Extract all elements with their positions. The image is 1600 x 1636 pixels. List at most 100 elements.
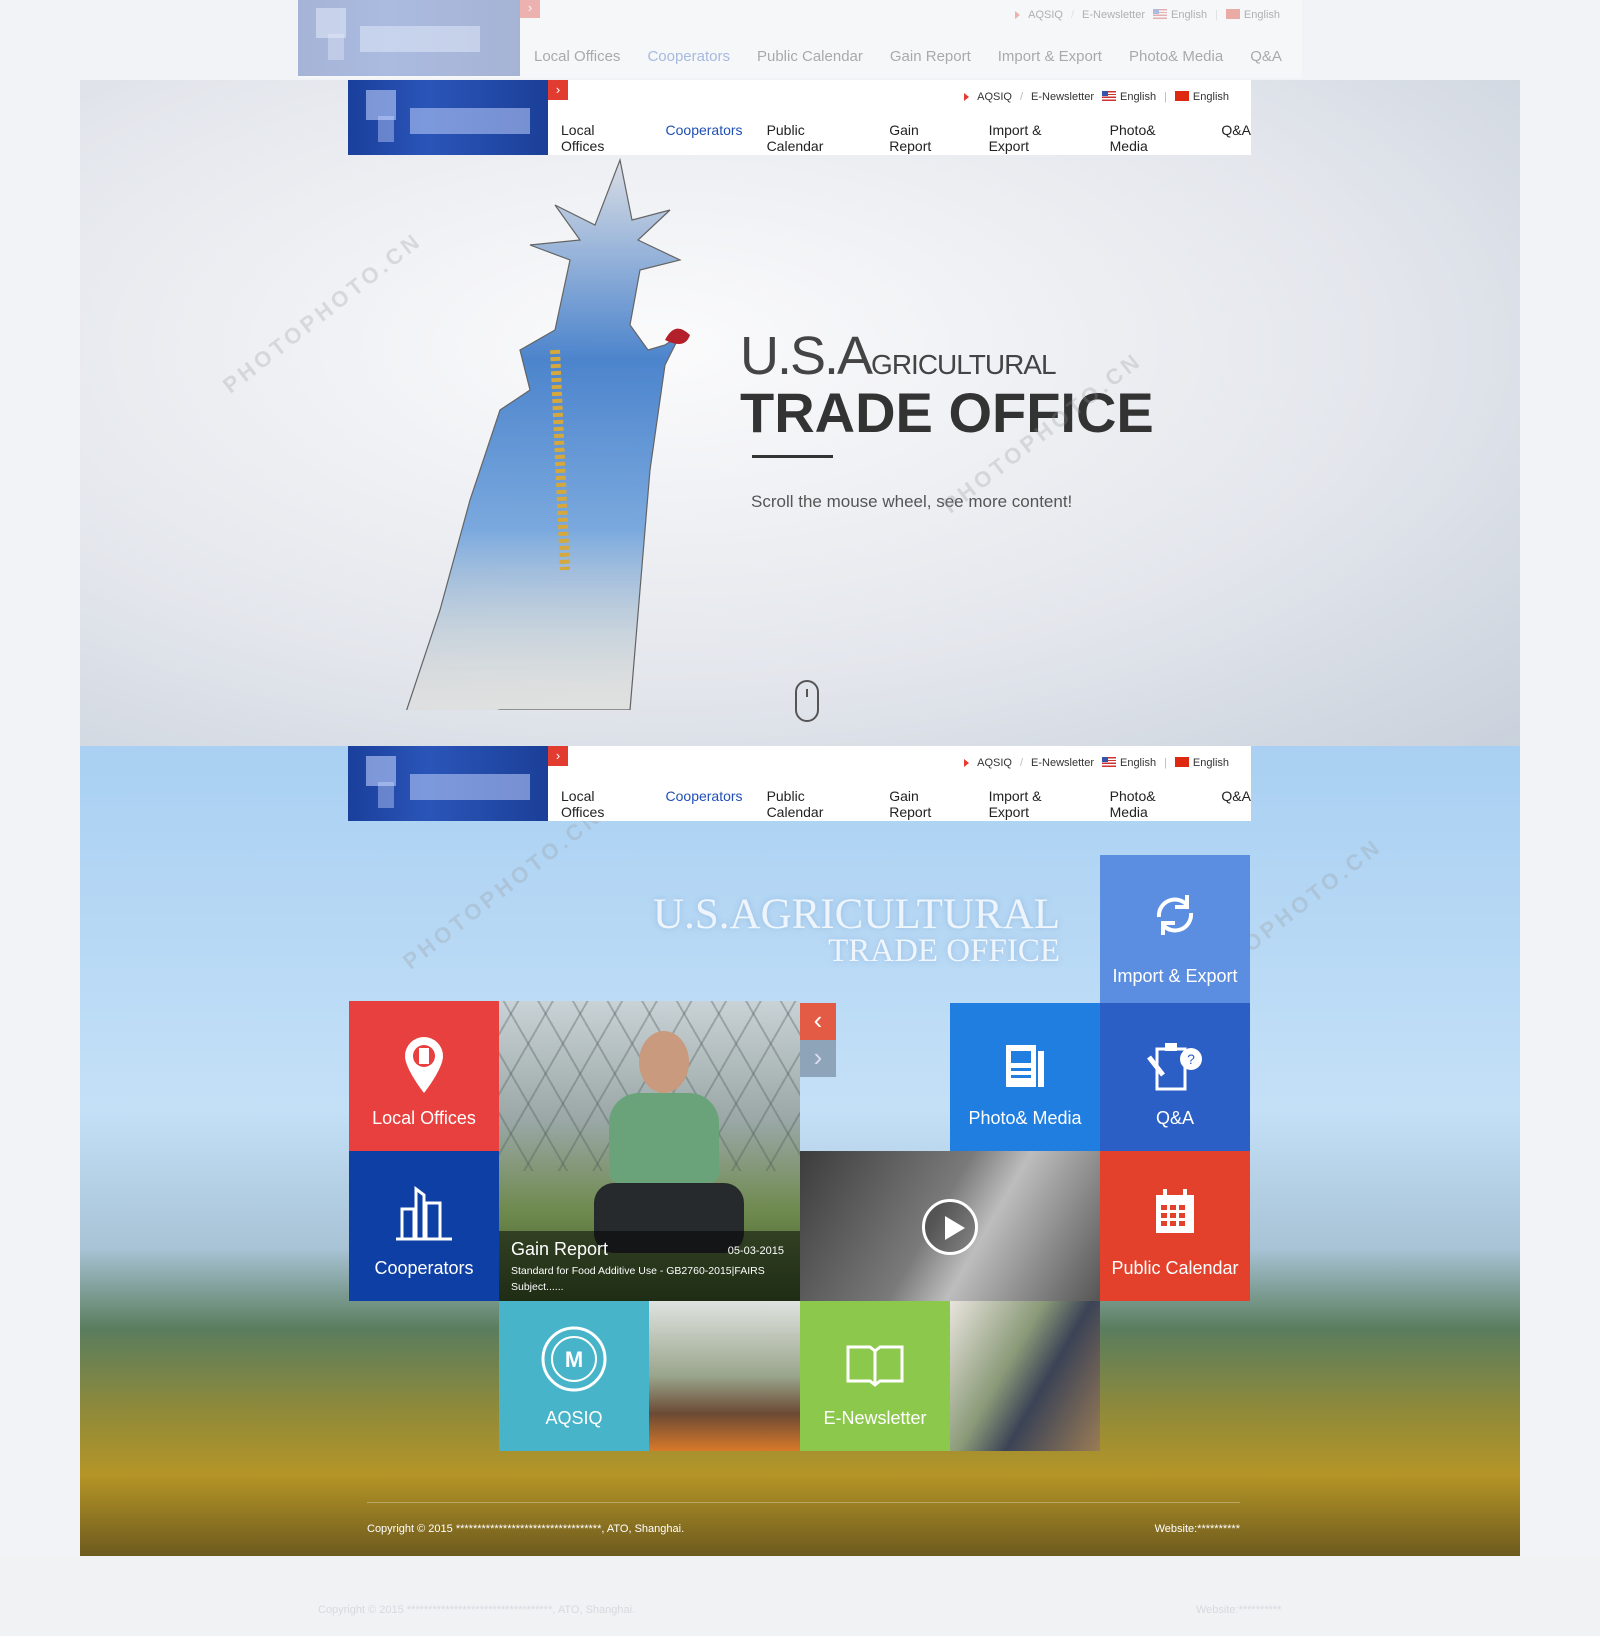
enewsletter-link[interactable]: E-Newsletter [1082, 9, 1145, 21]
newspaper-icon [1006, 1045, 1044, 1087]
aqsiq-link[interactable]: AQSIQ [977, 757, 1012, 769]
utility-links: AQSIQ / E-Newsletter English | English [964, 757, 1229, 769]
expand-arrow-button[interactable]: › [520, 0, 540, 18]
us-flag-icon [1152, 9, 1167, 19]
farmers-photo[interactable] [649, 1301, 800, 1451]
enewsletter-link[interactable]: E-Newsletter [1031, 91, 1094, 103]
location-pin-icon [405, 1037, 443, 1093]
lang-cn-link[interactable]: English [1225, 9, 1280, 21]
ghost-footer-copyright: Copyright © 2015 ***********************… [318, 1604, 636, 1616]
lang-en-link[interactable]: English [1101, 91, 1156, 103]
nav-gain-report[interactable]: Gain Report [889, 122, 964, 154]
footer-divider [367, 1502, 1240, 1503]
cn-flag-icon [1225, 9, 1240, 19]
nav-public-calendar[interactable]: Public Calendar [757, 48, 863, 65]
clipboard-question-icon: ? [1147, 1043, 1202, 1091]
nav-local-offices[interactable]: Local Offices [561, 122, 642, 154]
gain-report-date: 05-03-2015 [727, 1245, 784, 1257]
lang-cn-label: English [1192, 757, 1229, 769]
cn-flag-icon [1174, 757, 1189, 767]
enewsletter-link[interactable]: E-Newsletter [1031, 757, 1094, 769]
slide-next-button[interactable]: › [800, 1040, 836, 1077]
video-player[interactable] [800, 1151, 1100, 1301]
hero-subtitle: Scroll the mouse wheel, see more content… [751, 492, 1073, 511]
refresh-arrows-icon [1156, 895, 1194, 935]
lang-en-label: English [1119, 757, 1157, 769]
gain-report-caption: Gain Report 05-03-2015 Standard for Food… [499, 1231, 800, 1301]
logo[interactable] [348, 80, 548, 155]
divider: | [1164, 91, 1167, 103]
triangle-icon [964, 93, 970, 101]
hero-title: U.S.AGRICULTURAL [740, 325, 1057, 387]
nav-qa[interactable]: Q&A [1221, 122, 1251, 154]
gain-report-slide[interactable]: Gain Report 05-03-2015 Standard for Food… [499, 1001, 800, 1301]
mouse-icon[interactable] [795, 680, 819, 722]
nav-public-calendar[interactable]: Public Calendar [767, 122, 866, 154]
hero-underline [752, 455, 833, 458]
liberty-wheat-illustration [406, 157, 690, 710]
nav-import-export[interactable]: Import & Export [989, 122, 1086, 154]
nav-qa[interactable]: Q&A [1221, 788, 1251, 820]
lang-cn-label: English [1243, 9, 1280, 21]
play-button[interactable] [922, 1199, 978, 1255]
nav-gain-report[interactable]: Gain Report [890, 48, 971, 65]
nav-gain-report[interactable]: Gain Report [889, 788, 964, 820]
lang-cn-link[interactable]: English [1174, 91, 1229, 103]
utility-links: AQSIQ / E-Newsletter English | English [964, 91, 1229, 103]
us-flag-icon [1101, 757, 1116, 767]
seniors-photo[interactable] [950, 1301, 1100, 1451]
expand-arrow-button[interactable]: › [548, 746, 568, 766]
tile-photo-media[interactable]: Photo& Media [950, 1003, 1100, 1151]
portal-header: › AQSIQ / E-Newsletter English | English… [348, 746, 1251, 821]
svg-text:M: M [565, 1347, 583, 1372]
tile-label: Cooperators [374, 1258, 474, 1278]
us-flag-icon [1101, 91, 1116, 101]
lang-cn-link[interactable]: English [1174, 757, 1229, 769]
triangle-icon [964, 759, 970, 767]
nav-photo-media[interactable]: Photo& Media [1110, 122, 1198, 154]
tile-import-export[interactable]: Import & Export [1100, 855, 1250, 1003]
nav-qa[interactable]: Q&A [1250, 48, 1282, 65]
logo[interactable] [348, 746, 548, 821]
svg-text:?: ? [1187, 1051, 1195, 1067]
aqsiq-link[interactable]: AQSIQ [1028, 9, 1063, 21]
section-title: U.S.AGRICULTURAL TRADE OFFICE [653, 890, 1060, 970]
tile-enewsletter[interactable]: E-Newsletter [800, 1301, 950, 1451]
tile-aqsiq[interactable]: M AQSIQ [499, 1301, 649, 1451]
farmer-figure [594, 1031, 744, 1261]
tile-label: Local Offices [372, 1108, 476, 1128]
triangle-icon [1015, 11, 1021, 19]
nav-import-export[interactable]: Import & Export [989, 788, 1086, 820]
expand-arrow-button[interactable]: › [548, 80, 568, 100]
nav-cooperators[interactable]: Cooperators [647, 48, 730, 65]
open-book-icon [846, 1345, 904, 1387]
nav-cooperators[interactable]: Cooperators [666, 788, 743, 820]
hero-section: U.S.AGRICULTURAL TRADE OFFICE Scroll the… [80, 80, 1520, 746]
logo[interactable] [298, 0, 520, 76]
nav-public-calendar[interactable]: Public Calendar [767, 788, 866, 820]
tile-label: Q&A [1155, 1108, 1194, 1128]
tile-label: Import & Export [1112, 966, 1238, 986]
aqsiq-link[interactable]: AQSIQ [977, 91, 1012, 103]
ghost-footer-website: Website:********** [1196, 1604, 1282, 1616]
tile-local-offices[interactable]: Local Offices [349, 1001, 499, 1151]
nav-photo-media[interactable]: Photo& Media [1129, 48, 1223, 65]
nav-import-export[interactable]: Import & Export [998, 48, 1102, 65]
tile-public-calendar[interactable]: Public Calendar [1100, 1151, 1250, 1301]
lang-en-label: English [1170, 9, 1208, 21]
nav-photo-media[interactable]: Photo& Media [1110, 788, 1198, 820]
nav-local-offices[interactable]: Local Offices [561, 788, 642, 820]
footer-website[interactable]: Website:********** [1155, 1523, 1240, 1535]
divider: / [1019, 757, 1024, 769]
divider: / [1019, 91, 1024, 103]
tile-label: AQSIQ [545, 1408, 603, 1428]
lang-en-link[interactable]: English [1152, 9, 1208, 21]
ghost-footer [0, 1556, 1600, 1636]
lang-cn-label: English [1192, 91, 1229, 103]
lang-en-link[interactable]: English [1101, 757, 1157, 769]
nav-cooperators[interactable]: Cooperators [666, 122, 743, 154]
slide-prev-button[interactable]: ‹ [800, 1003, 836, 1040]
tile-cooperators[interactable]: Cooperators [349, 1151, 499, 1301]
tile-qa[interactable]: ? Q&A [1100, 1003, 1250, 1151]
nav-local-offices[interactable]: Local Offices [534, 48, 620, 65]
